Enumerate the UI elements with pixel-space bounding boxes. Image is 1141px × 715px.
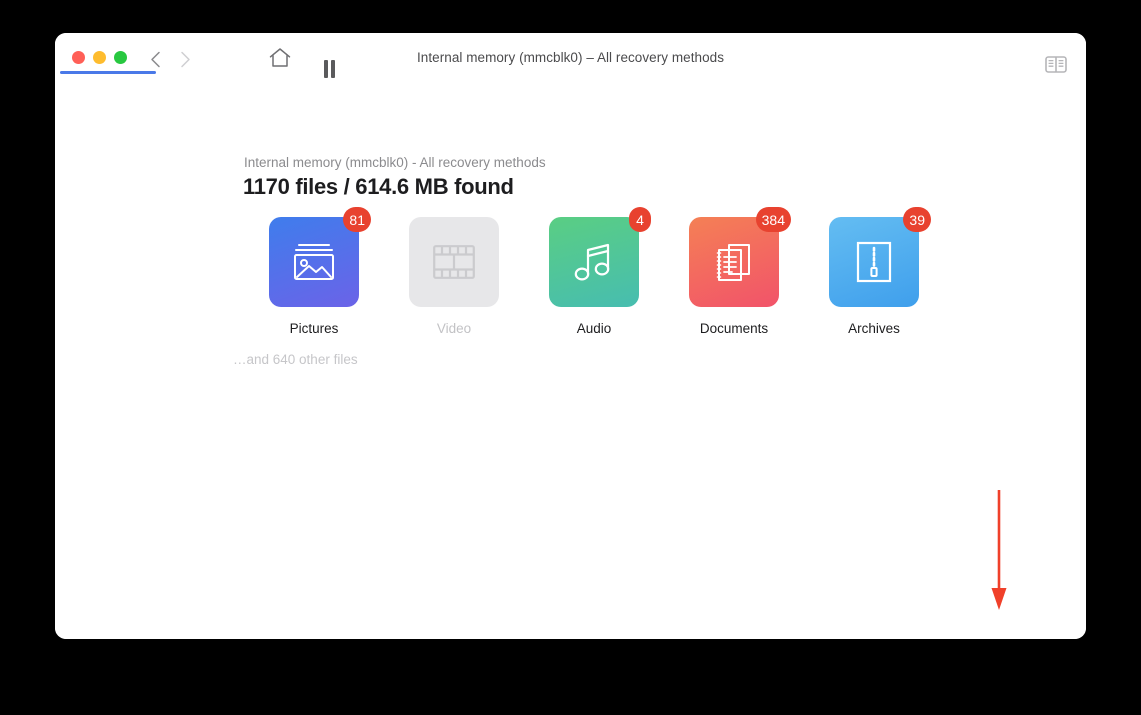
documents-icon — [716, 244, 750, 281]
archives-count-badge: 39 — [903, 207, 931, 232]
pictures-count-badge: 81 — [343, 207, 371, 232]
category-tiles: 81 Pictures Video 4 Audio 384 Documents … — [244, 207, 944, 336]
audio-tile-box[interactable]: 4 — [549, 207, 651, 307]
picture-icon — [294, 244, 334, 280]
video-tile-box — [409, 217, 499, 307]
sidebar-toggle-icon — [1045, 56, 1067, 73]
film-icon — [433, 245, 475, 279]
other-files-label: …and 640 other files — [233, 352, 358, 367]
found-summary-headline: 1170 files / 614.6 MB found — [243, 174, 514, 199]
main-content: Internal memory (mmcblk0) - All recovery… — [55, 83, 1086, 639]
sidebar-toggle-button[interactable] — [1045, 56, 1067, 73]
category-tile-pictures[interactable]: 81 Pictures — [244, 207, 384, 336]
screen: Internal memory (mmcblk0) – All recovery… — [0, 0, 1141, 715]
category-tile-audio[interactable]: 4 Audio — [524, 207, 664, 336]
music-note-icon — [574, 243, 610, 281]
window-titlebar: Internal memory (mmcblk0) – All recovery… — [55, 33, 1086, 83]
documents-count-badge: 384 — [755, 207, 791, 232]
audio-count-badge: 4 — [629, 207, 651, 232]
bottom-toolbar: Show in Finder 0h04m elapsed, ~1h34m rem… — [55, 571, 1086, 639]
pictures-tile-label: Pictures — [289, 321, 339, 336]
documents-tile-label: Documents — [699, 321, 769, 336]
audio-tile-label: Audio — [576, 321, 612, 336]
archives-tile-box[interactable]: 39 — [829, 207, 931, 307]
archives-tile-label: Archives — [848, 321, 900, 336]
category-tile-documents[interactable]: 384 Documents — [664, 207, 804, 336]
category-tile-archives[interactable]: 39 Archives — [804, 207, 944, 336]
scan-target-subtitle: Internal memory (mmcblk0) - All recovery… — [244, 155, 546, 170]
active-tab-indicator — [60, 71, 156, 74]
documents-tile-box[interactable]: 384 — [689, 207, 791, 307]
archive-zip-icon — [856, 241, 892, 283]
video-tile-label: Video — [436, 321, 472, 336]
application-window: Internal memory (mmcblk0) – All recovery… — [55, 33, 1086, 639]
pictures-tile-box[interactable]: 81 — [269, 207, 371, 307]
category-tile-video: Video — [384, 217, 524, 336]
window-title: Internal memory (mmcblk0) – All recovery… — [417, 50, 724, 65]
